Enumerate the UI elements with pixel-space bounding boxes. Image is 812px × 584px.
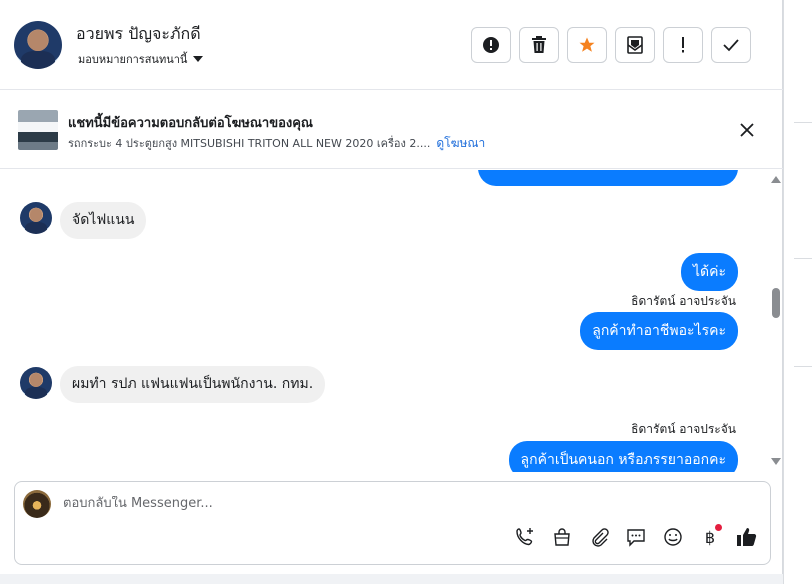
star-icon bbox=[579, 37, 595, 52]
page-avatar bbox=[23, 490, 51, 518]
close-icon[interactable] bbox=[737, 120, 757, 140]
ad-banner-subtitle: รถกระบะ 4 ประตูยกสูง MITSUBISHI TRITON A… bbox=[68, 134, 485, 153]
ad-description: รถกระบะ 4 ประตูยกสูง MITSUBISHI TRITON A… bbox=[68, 137, 431, 150]
message-bubble-outgoing: ได้ค่ะ bbox=[680, 253, 738, 291]
contact-name[interactable]: อวยพร ปัญจะภักดี bbox=[76, 22, 201, 47]
thread-scrollbar[interactable] bbox=[769, 170, 783, 472]
adjacent-panel-edge bbox=[783, 0, 812, 584]
contact-avatar-small bbox=[20, 202, 52, 234]
ad-thumbnail bbox=[18, 110, 58, 150]
paperclip-icon bbox=[592, 528, 609, 547]
call-add-icon bbox=[516, 528, 533, 546]
mark-unread-icon bbox=[627, 36, 643, 54]
alert-circle-icon bbox=[483, 37, 499, 53]
mark-done-button[interactable] bbox=[711, 27, 751, 63]
emoji-button[interactable] bbox=[660, 524, 686, 550]
notification-dot bbox=[715, 524, 722, 531]
composer-toolbar: ฿ bbox=[512, 524, 760, 550]
thumbs-up-icon bbox=[737, 528, 757, 546]
ad-banner-title: แชทนี้มีข้อความตอบกลับต่อโฆษณาของคุณ bbox=[68, 116, 313, 131]
emoji-icon bbox=[664, 528, 682, 546]
message-sender-name: ธิดารัตน์ อาจประจัน bbox=[631, 422, 736, 436]
inbox-frame: อวยพร ปัญจะภักดี มอบหมายการสนทนานี้ แชทน… bbox=[0, 0, 783, 584]
trash-icon bbox=[532, 36, 546, 53]
message-bubble-outgoing: ลูกค้าทำอาชีพอะไรคะ bbox=[580, 312, 738, 350]
ad-reply-banner: แชทนี้มีข้อความตอบกลับต่อโฆษณาของคุณ รถก… bbox=[0, 91, 783, 169]
delete-button[interactable] bbox=[519, 27, 559, 63]
call-add-button[interactable] bbox=[512, 524, 538, 550]
message-bubble-incoming: ผมทำ รปภ แฟนแฟนเป็นพนักงาน. กทม. bbox=[60, 366, 326, 403]
message-sender-name: ธิดารัตน์ อาจประจัน bbox=[631, 294, 736, 308]
reply-input[interactable] bbox=[63, 496, 743, 511]
caret-down-icon bbox=[193, 56, 204, 62]
divider bbox=[794, 366, 812, 367]
scroll-down-icon[interactable] bbox=[771, 458, 781, 465]
like-button[interactable] bbox=[734, 524, 760, 550]
baht-icon: ฿ bbox=[704, 527, 716, 547]
message-thread: จัดไฟแนน ได้ค่ะ ธิดารัตน์ อาจประจัน ลูกค… bbox=[0, 170, 783, 472]
saved-reply-icon bbox=[627, 529, 645, 547]
spam-button[interactable] bbox=[471, 27, 511, 63]
scroll-up-icon[interactable] bbox=[771, 176, 781, 183]
divider bbox=[794, 258, 812, 259]
conversation-panel: อวยพร ปัญจะภักดี มอบหมายการสนทนานี้ แชทน… bbox=[0, 0, 783, 574]
check-icon bbox=[723, 39, 739, 52]
payment-button[interactable]: ฿ bbox=[697, 524, 723, 550]
contact-avatar-small bbox=[20, 367, 52, 399]
mark-unread-button[interactable] bbox=[615, 27, 655, 63]
exclamation-icon bbox=[682, 37, 684, 53]
assign-conversation-dropdown[interactable]: มอบหมายการสนทนานี้ bbox=[78, 50, 204, 68]
view-ad-link[interactable]: ดูโฆษณา bbox=[436, 136, 485, 150]
header-actions bbox=[471, 27, 751, 63]
saved-reply-button[interactable] bbox=[623, 524, 649, 550]
conversation-header: อวยพร ปัญจะภักดี มอบหมายการสนทนานี้ bbox=[0, 0, 783, 90]
divider bbox=[794, 122, 812, 123]
message-bubble-outgoing: ลูกค้าเป็นคนอก หรือภรรยาออกคะ bbox=[508, 441, 738, 472]
shop-button[interactable] bbox=[549, 524, 575, 550]
assign-label: มอบหมายการสนทนานี้ bbox=[78, 53, 188, 66]
message-bubble-outgoing-clipped bbox=[478, 170, 738, 186]
message-bubble-incoming: จัดไฟแนน bbox=[60, 202, 147, 239]
attach-button[interactable] bbox=[586, 524, 612, 550]
follow-up-button[interactable] bbox=[663, 27, 703, 63]
shopping-bag-icon bbox=[554, 528, 570, 546]
reply-composer: ฿ bbox=[14, 481, 771, 565]
scrollbar-thumb[interactable] bbox=[772, 288, 780, 318]
star-button[interactable] bbox=[567, 27, 607, 63]
contact-avatar[interactable] bbox=[14, 21, 62, 69]
